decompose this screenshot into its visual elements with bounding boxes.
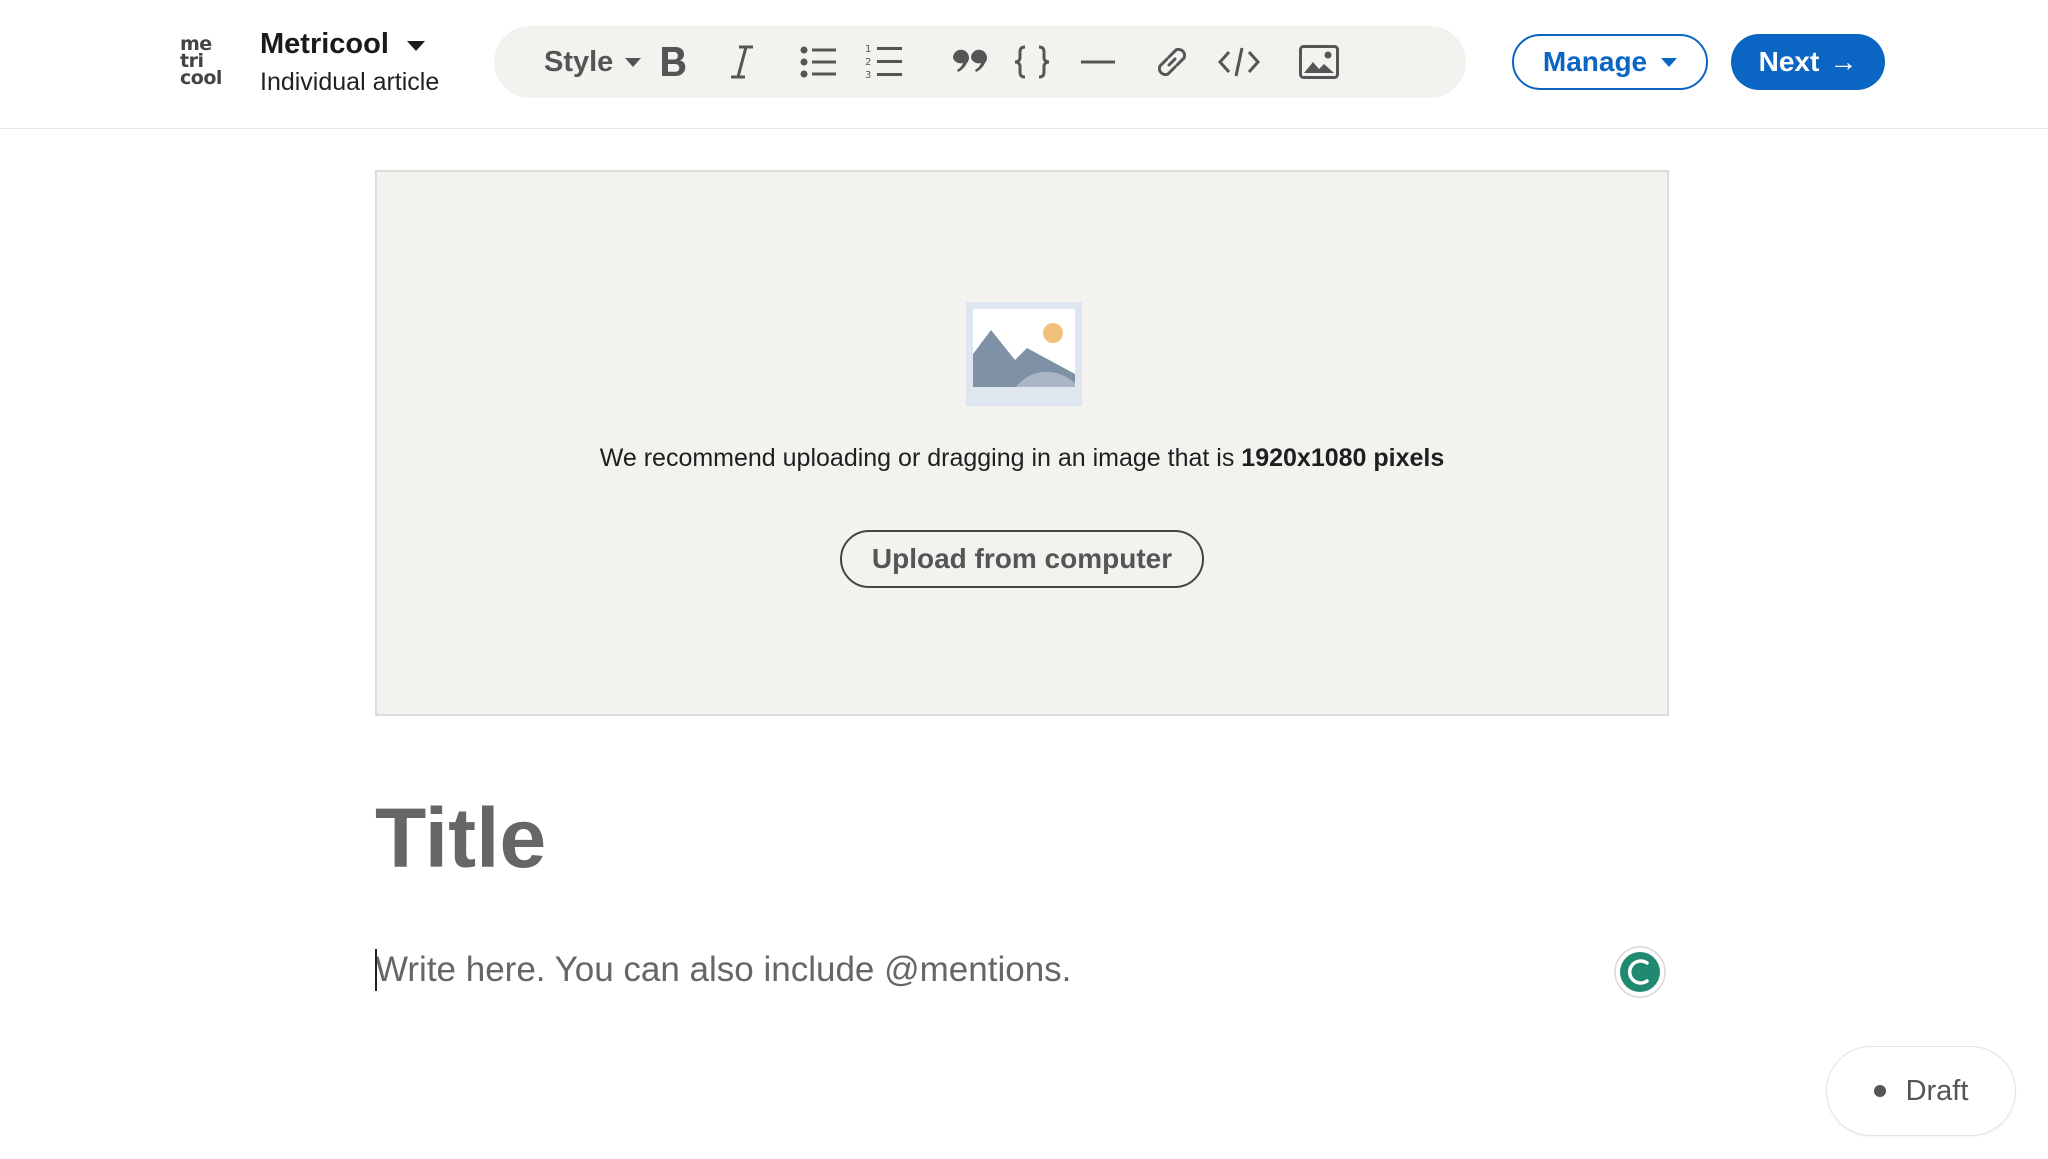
manage-button[interactable]: Manage <box>1512 34 1708 90</box>
formatting-toolbar: Style 1 2 3 <box>494 26 1466 98</box>
svg-text:1: 1 <box>865 44 871 55</box>
next-button[interactable]: Next → <box>1731 34 1885 90</box>
manage-label: Manage <box>1542 46 1648 77</box>
quote-button[interactable] <box>946 26 994 98</box>
svg-text:2: 2 <box>865 57 871 68</box>
bulleted-list-button[interactable] <box>794 26 842 98</box>
divider-button[interactable] <box>1074 26 1122 98</box>
metricool-logo[interactable]: me tri cool <box>180 35 226 89</box>
upload-from-computer-button[interactable]: Upload from computer <box>840 530 1204 588</box>
recommended-size: 1920x1080 pixels <box>1241 444 1445 472</box>
embed-code-icon <box>1218 47 1260 77</box>
divider-icon <box>1081 60 1115 64</box>
arrow-right-icon: → <box>1829 46 1858 77</box>
text-cursor <box>375 949 377 991</box>
link-button[interactable] <box>1148 26 1196 98</box>
code-block-button[interactable] <box>1008 26 1056 98</box>
cover-recommendation: We recommend uploading or dragging in an… <box>377 444 1667 473</box>
body-placeholder: Write here. You can also include @mentio… <box>375 950 1072 989</box>
grammar-assistant-icon[interactable] <box>1614 946 1666 998</box>
image-placeholder-icon <box>966 302 1082 406</box>
next-label: Next <box>1758 46 1820 77</box>
italic-button[interactable] <box>720 26 764 98</box>
draft-status-pill: Draft <box>1826 1046 2016 1136</box>
status-label: Draft <box>1905 1074 1969 1107</box>
upload-label: Upload from computer <box>871 543 1173 574</box>
cover-image-dropzone[interactable]: We recommend uploading or dragging in an… <box>375 170 1669 716</box>
embed-code-button[interactable] <box>1214 26 1264 98</box>
quote-icon <box>952 49 987 72</box>
style-dropdown[interactable]: Style <box>544 26 642 98</box>
editor-header: me tri cool Metricool Individual article… <box>0 0 2048 129</box>
article-body-editor[interactable]: Write here. You can also include @mentio… <box>375 945 1575 995</box>
status-dot-icon <box>1873 1085 1886 1097</box>
italic-icon <box>731 45 753 79</box>
author-selector[interactable]: Metricool Individual article <box>260 28 439 97</box>
insert-image-button[interactable] <box>1294 26 1344 98</box>
article-title-input[interactable]: Title <box>375 788 546 888</box>
svg-text:3: 3 <box>865 70 871 81</box>
bold-icon <box>662 47 686 76</box>
bulleted-list-icon <box>800 46 836 78</box>
chevron-down-icon <box>625 57 642 67</box>
chevron-down-icon <box>1661 57 1678 67</box>
author-subtitle: Individual article <box>260 68 440 96</box>
style-label: Style <box>544 45 614 78</box>
chevron-down-icon <box>406 40 425 51</box>
logo-line-3: cool <box>180 67 222 89</box>
numbered-list-icon: 1 2 3 <box>865 44 902 81</box>
link-icon <box>1157 47 1187 77</box>
numbered-list-button[interactable]: 1 2 3 <box>860 26 908 98</box>
bold-button[interactable] <box>652 26 696 98</box>
author-name: Metricool <box>260 28 389 60</box>
recommendation-text: We recommend uploading or dragging in an… <box>599 444 1242 472</box>
code-block-icon <box>1014 45 1050 79</box>
image-icon <box>1299 45 1339 79</box>
